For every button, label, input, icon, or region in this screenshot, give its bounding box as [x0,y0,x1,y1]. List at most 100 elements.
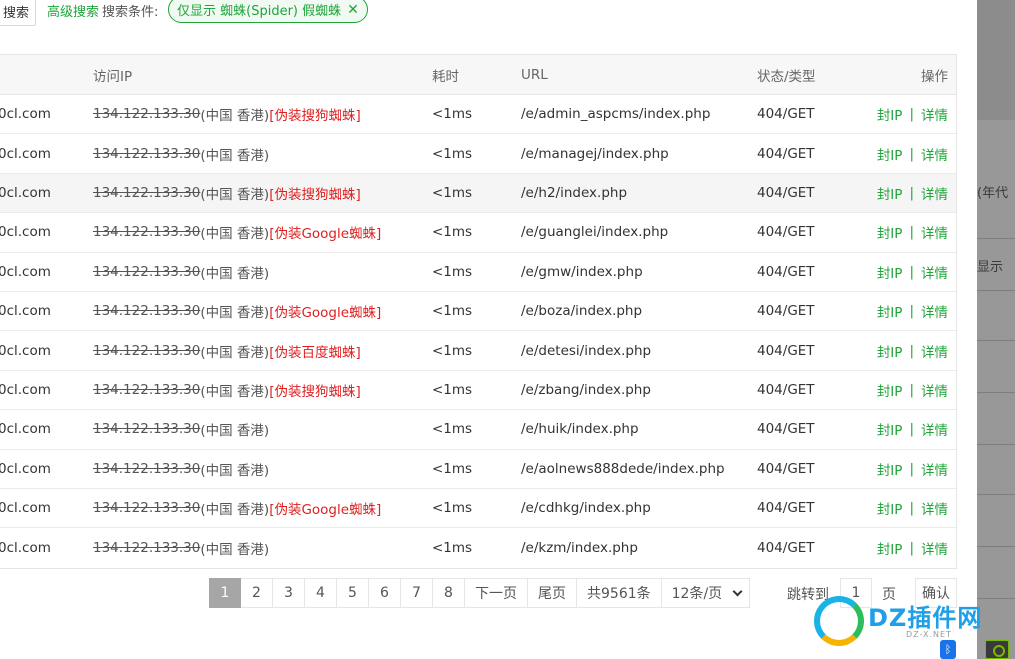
row-actions: 封IP | 详情 [877,410,948,448]
row-location: (中国 香港) [200,462,270,479]
table-row: 0cl.com 134.122.133.30 (中国 香港) [伪装搜狗蜘蛛] <1ms… [0,370,956,411]
row-time: <1ms [432,539,473,556]
block-ip-button[interactable]: 封IP [877,538,903,558]
block-ip-button[interactable]: 封IP [877,183,903,203]
row-location: (中国 香港) [200,147,270,164]
block-ip-button[interactable]: 封IP [877,419,903,439]
log-table: 访问IP 耗时 URL 状态/类型 操作 0cl.com 134.122.133.… [0,54,957,569]
block-ip-button[interactable]: 封IP [877,498,903,518]
row-ip-cell: 134.122.133.30 (中国 香港) [伪装搜狗蜘蛛] [93,174,361,212]
block-ip-button[interactable]: 封IP [877,380,903,400]
detail-button[interactable]: 详情 [921,538,948,558]
page-button-5[interactable]: 5 [337,578,369,608]
detail-button[interactable]: 详情 [921,144,948,164]
action-separator: | [909,184,914,201]
background-divider [977,238,1015,239]
block-ip-button[interactable]: 封IP [877,222,903,242]
detail-button[interactable]: 详情 [921,222,948,242]
block-ip-button[interactable]: 封IP [877,104,903,124]
row-ip-cell: 134.122.133.30 (中国 香港) [93,450,269,488]
pagination: 1 2 3 4 5 6 7 8 下一页 尾页 共9561条 12条/页 [209,578,751,608]
nvidia-icon[interactable] [985,640,1009,659]
row-time: <1ms [432,460,473,477]
block-ip-button[interactable]: 封IP [877,144,903,164]
row-url: /e/kzm/index.php [521,539,638,556]
row-ip: 134.122.133.30 [93,145,201,162]
detail-button[interactable]: 详情 [921,459,948,479]
row-location: (中国 香港) [200,186,270,203]
table-row: 0cl.com 134.122.133.30 (中国 香港) <1ms/e/gmw/i… [0,252,956,292]
row-status: 404/GET [757,184,815,201]
bluetooth-icon[interactable]: ᛒ [940,640,956,659]
detail-button[interactable]: 详情 [921,419,948,439]
row-status: 404/GET [757,500,815,517]
page-button-4[interactable]: 4 [305,578,337,608]
page-button-3[interactable]: 3 [273,578,305,608]
row-domain: 0cl.com [0,421,51,438]
detail-button[interactable]: 详情 [921,183,948,203]
page-button-1[interactable]: 1 [209,578,241,608]
row-url: /e/gmw/index.php [521,263,643,280]
action-separator: | [909,224,914,241]
close-icon[interactable]: ✕ [347,3,359,17]
row-actions: 封IP | 详情 [877,174,948,212]
action-separator: | [909,342,914,359]
next-page-button[interactable]: 下一页 [465,578,528,608]
chevron-down-icon [732,586,743,596]
page-size-select[interactable]: 12条/页 [661,578,751,608]
table-row: 0cl.com 134.122.133.30 (中国 香港) [伪装搜狗蜘蛛] <1ms… [0,95,956,135]
filter-tag-spider[interactable]: 仅显示 蜘蛛(Spider) 假蜘蛛 ✕ [168,0,368,23]
row-domain: 0cl.com [0,500,51,517]
search-button[interactable]: 搜索 [0,0,36,26]
row-actions: 封IP | 详情 [877,371,948,409]
row-time: <1ms [432,106,473,123]
row-ip-cell: 134.122.133.30 (中国 香港) [伪装搜狗蜘蛛] [93,95,361,133]
watermark-logo: DZ插件网 DZ-X.NET [814,596,1004,646]
row-location: (中国 香港) [200,108,270,125]
row-domain: 0cl.com [0,539,51,556]
row-location: (中国 香港) [200,226,270,243]
block-ip-button[interactable]: 封IP [877,301,903,321]
block-ip-button[interactable]: 封IP [877,262,903,282]
block-ip-button[interactable]: 封IP [877,341,903,361]
page-button-6[interactable]: 6 [369,578,401,608]
advanced-search-link[interactable]: 高级搜索 [47,1,99,20]
row-time: <1ms [432,224,473,241]
column-header-actions: 操作 [921,68,948,85]
row-url: /e/h2/index.php [521,184,628,201]
row-status: 404/GET [757,342,815,359]
row-actions: 封IP | 详情 [877,331,948,369]
row-time: <1ms [432,421,473,438]
total-count: 共9561条 [577,578,662,608]
page-button-7[interactable]: 7 [401,578,433,608]
row-domain: 0cl.com [0,263,51,280]
detail-button[interactable]: 详情 [921,262,948,282]
row-fake-spider-tag: [伪装百度蜘蛛] [269,344,361,361]
row-ip-cell: 134.122.133.30 (中国 香港) [93,253,269,291]
row-actions: 封IP | 详情 [877,450,948,488]
row-ip: 134.122.133.30 [93,460,201,477]
row-ip: 134.122.133.30 [93,106,201,123]
page-button-2[interactable]: 2 [241,578,273,608]
row-ip-cell: 134.122.133.30 (中国 香港) [伪装Google蜘蛛] [93,489,381,527]
action-separator: | [909,145,914,162]
background-text: (年代 [977,186,1009,201]
background-divider [977,290,1015,291]
detail-button[interactable]: 详情 [921,380,948,400]
row-url: /e/aolnews888dede/index.php [521,460,725,477]
row-url: /e/detesi/index.php [521,342,652,359]
detail-button[interactable]: 详情 [921,341,948,361]
row-url: /e/boza/index.php [521,303,643,320]
row-location: (中国 香港) [200,383,270,400]
detail-button[interactable]: 详情 [921,301,948,321]
detail-button[interactable]: 详情 [921,498,948,518]
detail-button[interactable]: 详情 [921,104,948,124]
row-domain: 0cl.com [0,145,51,162]
page-button-8[interactable]: 8 [433,578,465,608]
background-divider [977,546,1015,547]
row-location: (中国 香港) [200,423,270,440]
last-page-button[interactable]: 尾页 [528,578,577,608]
block-ip-button[interactable]: 封IP [877,459,903,479]
table-row: 0cl.com 134.122.133.30 (中国 香港) [伪装Google蜘蛛]… [0,488,956,529]
row-fake-spider-tag: [伪装Google蜘蛛] [269,305,382,322]
